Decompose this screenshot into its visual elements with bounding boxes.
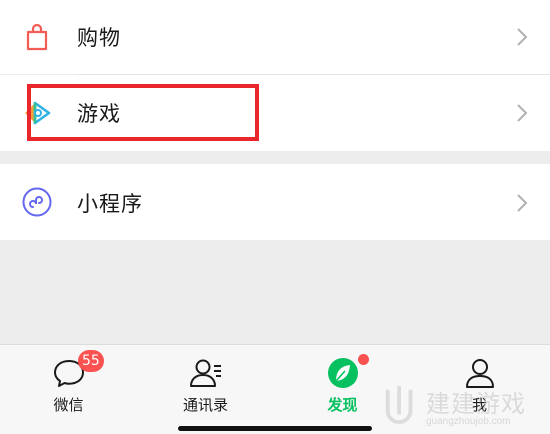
tab-label: 发现 [327, 396, 358, 414]
person-icon [465, 359, 494, 388]
tab-chats[interactable]: 55 微信 [0, 345, 137, 434]
menu-item-label: 小程序 [77, 192, 143, 216]
tab-label: 我 [471, 396, 487, 414]
menu-item-label: 购物 [77, 26, 121, 50]
compass-icon [327, 358, 358, 388]
shopping-bag-icon [26, 23, 48, 51]
menu-row-shopping[interactable]: 购物 [0, 0, 550, 74]
tab-discover[interactable]: 发现 [274, 345, 411, 434]
tab-label: 微信 [53, 396, 84, 414]
tab-me[interactable]: 我 [411, 345, 548, 434]
contacts-icon [189, 359, 221, 387]
home-indicator [178, 426, 372, 431]
chevron-right-icon [517, 194, 528, 212]
chevron-right-icon [517, 28, 528, 46]
menu-row-games[interactable]: 游戏 [0, 75, 550, 151]
game-icon [25, 101, 51, 125]
chevron-right-icon [517, 104, 528, 122]
mini-program-icon [22, 187, 52, 217]
menu-row-mini-programs[interactable]: 小程序 [0, 164, 550, 240]
tab-label: 通讯录 [182, 396, 228, 414]
unread-count-badge: 55 [78, 350, 104, 372]
tab-contacts[interactable]: 通讯录 [137, 345, 274, 434]
bottom-tab-bar: 55 微信 通讯录 发现 我 [0, 344, 550, 434]
menu-item-label: 游戏 [77, 102, 121, 126]
notification-dot [358, 354, 369, 365]
